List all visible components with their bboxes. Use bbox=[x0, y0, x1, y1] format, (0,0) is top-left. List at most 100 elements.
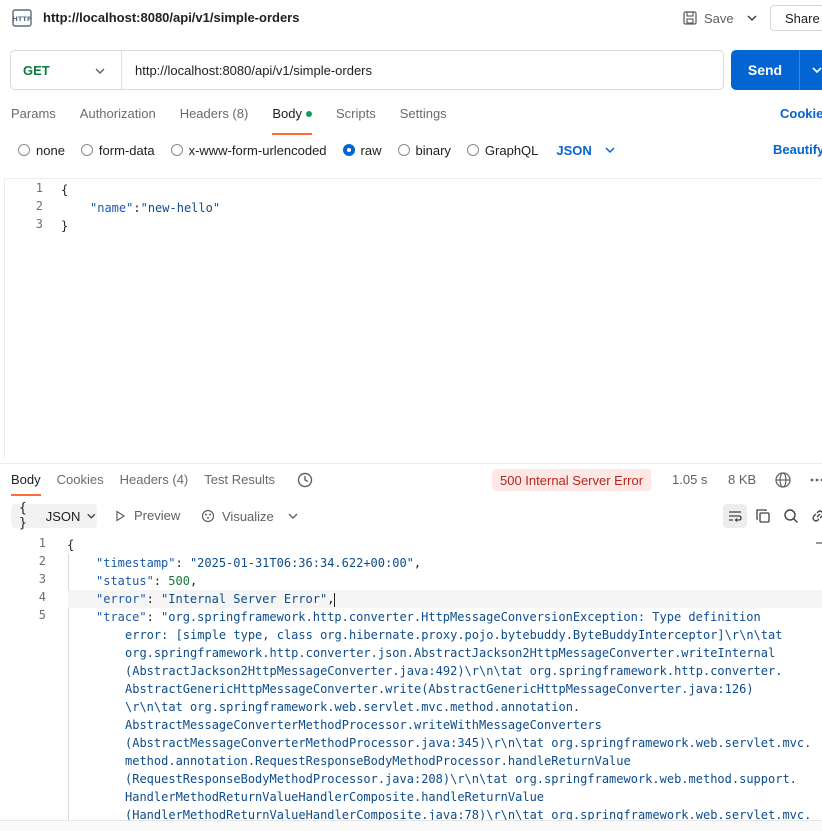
response-format-label: JSON bbox=[45, 508, 81, 524]
save-button[interactable]: Save bbox=[682, 8, 734, 28]
preview-label: Preview bbox=[134, 508, 181, 523]
tab-body-label: Body bbox=[272, 106, 302, 121]
resp-tab-headers[interactable]: Headers (4) bbox=[120, 472, 189, 487]
json-key: "timestamp" bbox=[96, 556, 176, 570]
copy-button[interactable] bbox=[751, 504, 775, 528]
url-input[interactable] bbox=[122, 51, 723, 89]
radio-binary-label: binary bbox=[415, 142, 451, 158]
radio-form-data[interactable]: form-data bbox=[80, 142, 155, 158]
visualize-chevron-down-icon[interactable] bbox=[286, 509, 300, 523]
line-number: 4 bbox=[38, 590, 46, 604]
radio-none-circle[interactable] bbox=[18, 144, 30, 156]
radio-binary[interactable]: binary bbox=[397, 142, 451, 158]
resp-tab-body[interactable]: Body bbox=[11, 472, 41, 496]
trace-line: "org.springframework.http.converter.Http… bbox=[161, 610, 761, 624]
search-icon bbox=[784, 509, 798, 523]
search-button[interactable] bbox=[779, 504, 803, 528]
radio-raw[interactable]: raw bbox=[342, 142, 382, 158]
text-cursor bbox=[334, 592, 336, 607]
response-tabs: Body Cookies Headers (4) Test Results bbox=[11, 472, 291, 496]
body-language-select[interactable]: JSON bbox=[556, 143, 615, 158]
send-options-chevron-icon[interactable] bbox=[810, 63, 822, 77]
response-body-viewer[interactable]: 1 2 3 4 5 { "timestamp": "2025-01-31T06:… bbox=[0, 536, 822, 826]
line-number: 5 bbox=[38, 608, 46, 622]
send-button[interactable]: Send bbox=[731, 50, 822, 90]
more-options-icon[interactable] bbox=[808, 471, 822, 489]
link-icon bbox=[812, 510, 822, 522]
save-icon bbox=[683, 11, 697, 25]
radio-raw-label: raw bbox=[360, 142, 382, 158]
status-text: 500 Internal Server Error bbox=[500, 472, 644, 488]
response-time[interactable]: 1.05 s bbox=[672, 472, 707, 487]
code-line-timestamp: "timestamp": "2025-01-31T06:36:34.622+00… bbox=[96, 556, 422, 570]
response-format-select[interactable]: { } JSON bbox=[11, 501, 97, 531]
play-icon bbox=[116, 509, 126, 522]
tab-settings[interactable]: Settings bbox=[400, 106, 447, 126]
code-open-brace: { bbox=[67, 538, 75, 552]
resp-tab-test-results[interactable]: Test Results bbox=[204, 472, 275, 487]
request-tabs: Params Authorization Headers (8) Body Sc… bbox=[11, 106, 471, 135]
radio-form-data-circle[interactable] bbox=[80, 144, 93, 156]
radio-form-data-label: form-data bbox=[98, 142, 155, 158]
tab-body[interactable]: Body bbox=[272, 106, 312, 135]
save-options-chevron-icon[interactable] bbox=[744, 10, 760, 26]
request-body-editor[interactable]: 1 2 3 { "name":"new-hello" } bbox=[4, 178, 822, 458]
trace-line: \r\n\tat org.springframework.web.servlet… bbox=[125, 700, 581, 714]
trace-line: HandlerMethodReturnValueHandlerComposite… bbox=[125, 790, 545, 804]
url-bar: GET bbox=[10, 50, 724, 90]
share-button[interactable]: Share bbox=[770, 5, 822, 31]
trace-line: AbstractMessageConverterMethodProcessor.… bbox=[125, 718, 602, 732]
json-value: 500 bbox=[168, 574, 190, 588]
tab-authorization[interactable]: Authorization bbox=[80, 106, 156, 126]
visualize-icon bbox=[201, 509, 215, 523]
globe-icon[interactable] bbox=[774, 471, 792, 489]
line-number: 3 bbox=[35, 217, 43, 231]
resp-tab-cookies[interactable]: Cookies bbox=[57, 472, 104, 487]
radio-graphql[interactable]: GraphQL bbox=[466, 143, 538, 158]
response-size[interactable]: 8 KB bbox=[728, 472, 756, 487]
code-line-status: "status": 500, bbox=[96, 574, 198, 588]
tab-headers[interactable]: Headers (8) bbox=[180, 106, 249, 126]
braces-icon: { } bbox=[19, 501, 27, 531]
status-badge[interactable]: 500 Internal Server Error bbox=[492, 469, 652, 491]
body-language-label: JSON bbox=[556, 142, 592, 158]
radio-none[interactable]: none bbox=[18, 143, 65, 158]
method-chevron-down-icon bbox=[95, 68, 105, 74]
radio-urlencoded[interactable]: x-www-form-urlencoded bbox=[170, 142, 327, 158]
trace-line: (RequestResponseBodyMethodProcessor.java… bbox=[125, 772, 797, 786]
json-value: "new-hello" bbox=[140, 201, 221, 215]
preview-button[interactable]: Preview bbox=[114, 508, 180, 523]
code-line-name: "name":"new-hello" bbox=[90, 199, 220, 217]
trace-line: error: [simple type, class org.hibernate… bbox=[125, 628, 783, 642]
code-line-trace: "trace": "org.springframework.http.conve… bbox=[96, 610, 761, 624]
radio-none-label: none bbox=[36, 142, 65, 158]
link-button[interactable] bbox=[806, 504, 822, 528]
visualize-label: Visualize bbox=[222, 508, 274, 524]
history-icon[interactable] bbox=[296, 471, 314, 489]
line-number: 2 bbox=[35, 199, 43, 213]
trace-line: AbstractGenericHttpMessageConverter.writ… bbox=[125, 682, 754, 696]
svg-text:HTTP: HTTP bbox=[12, 15, 31, 23]
line-number: 1 bbox=[38, 536, 46, 550]
radio-raw-circle[interactable] bbox=[342, 144, 355, 156]
beautify-link[interactable]: Beautify bbox=[773, 142, 822, 157]
response-divider[interactable] bbox=[0, 463, 822, 464]
json-value: "2025-01-31T06:36:34.622+00:00" bbox=[189, 556, 414, 570]
tab-params[interactable]: Params bbox=[11, 106, 56, 126]
radio-binary-circle[interactable] bbox=[397, 144, 410, 156]
wrap-lines-button[interactable] bbox=[723, 504, 747, 528]
wrap-lines-icon bbox=[729, 511, 742, 522]
save-label: Save bbox=[704, 10, 734, 26]
request-title[interactable]: http://localhost:8080/api/v1/simple-orde… bbox=[43, 10, 299, 25]
radio-urlencoded-label: x-www-form-urlencoded bbox=[188, 142, 327, 158]
tab-scripts[interactable]: Scripts bbox=[336, 106, 376, 126]
trace-line: method.annotation.RequestResponseBodyMet… bbox=[125, 754, 631, 768]
code-line-error: "error": "Internal Server Error", bbox=[96, 592, 336, 607]
visualize-button[interactable]: Visualize bbox=[200, 508, 274, 524]
json-colon: : bbox=[133, 201, 141, 215]
cookies-link[interactable]: Cookies bbox=[780, 106, 822, 121]
radio-graphql-circle[interactable] bbox=[466, 144, 479, 156]
scrollbar[interactable] bbox=[816, 542, 822, 544]
method-select[interactable]: GET bbox=[11, 51, 122, 89]
radio-urlencoded-circle[interactable] bbox=[170, 144, 183, 156]
